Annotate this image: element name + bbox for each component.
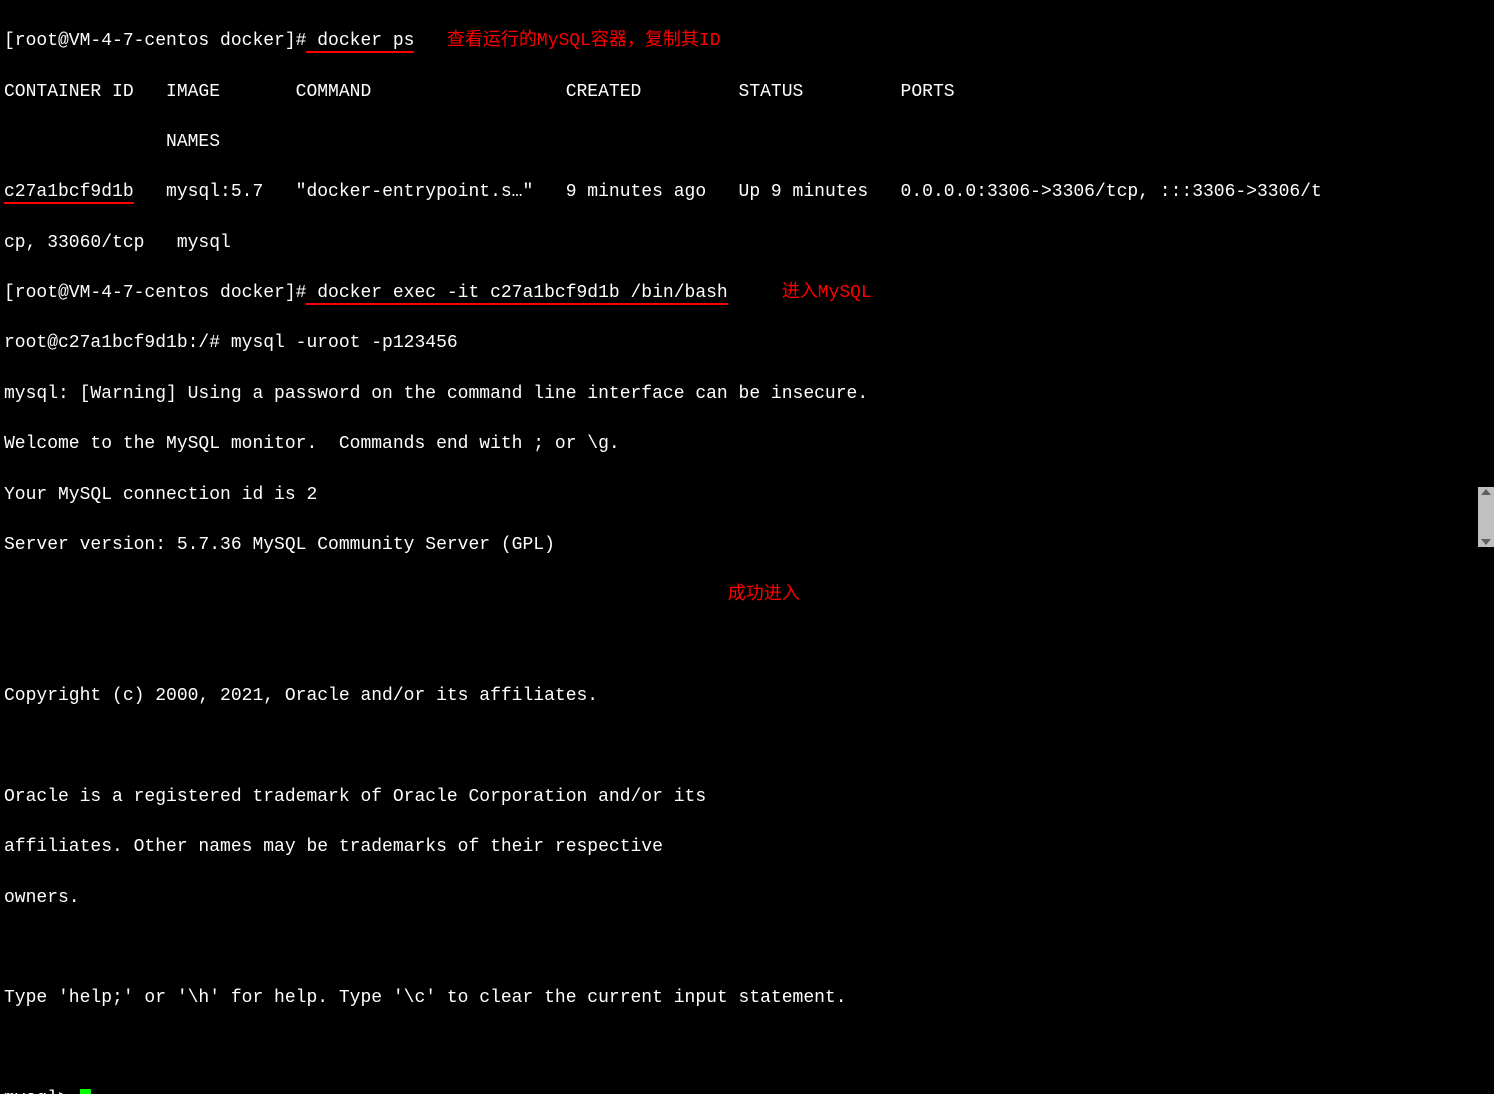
annotation-check-mysql: 查看运行的MySQL容器，复制其ID xyxy=(414,31,720,51)
copyright-line: Copyright (c) 2000, 2021, Oracle and/or … xyxy=(4,684,1490,709)
annotation-enter-mysql: 进入MySQL xyxy=(728,283,872,303)
shell-prompt-2: [root@VM-4-7-centos docker]# xyxy=(4,283,306,303)
blank-line-1 xyxy=(4,634,1490,659)
shell-prompt-1: [root@VM-4-7-centos docker]# xyxy=(4,31,306,51)
scroll-up-icon[interactable] xyxy=(1481,489,1491,495)
table-header-1: CONTAINER ID IMAGE COMMAND CREATED STATU… xyxy=(4,80,1490,105)
mysql-warning-line: mysql: [Warning] Using a password on the… xyxy=(4,382,1490,407)
trademark-line-3: owners. xyxy=(4,886,1490,911)
blank-line-4 xyxy=(4,1037,1490,1062)
container-id: c27a1bcf9d1b xyxy=(4,182,134,204)
command-docker-exec: docker exec -it c27a1bcf9d1b /bin/bash xyxy=(306,283,727,305)
blank-line-3 xyxy=(4,936,1490,961)
table-row-line2: cp, 33060/tcp mysql xyxy=(4,231,1490,256)
command-docker-ps: docker ps xyxy=(306,31,414,53)
container-prompt-mysql-cmd: root@c27a1bcf9d1b:/# mysql -uroot -p1234… xyxy=(4,331,1490,356)
scroll-down-icon[interactable] xyxy=(1481,539,1491,545)
mysql-welcome-line: Welcome to the MySQL monitor. Commands e… xyxy=(4,432,1490,457)
blank-line-2 xyxy=(4,734,1490,759)
cursor-icon xyxy=(80,1089,91,1094)
table-header-2: NAMES xyxy=(4,130,1490,155)
mysql-version-line: Server version: 5.7.36 MySQL Community S… xyxy=(4,533,1490,558)
trademark-line-2: affiliates. Other names may be trademark… xyxy=(4,835,1490,860)
mysql-prompt: mysql> xyxy=(4,1089,80,1094)
help-line: Type 'help;' or '\h' for help. Type '\c'… xyxy=(4,986,1490,1011)
table-row-rest: mysql:5.7 "docker-entrypoint.s…" 9 minut… xyxy=(134,182,1322,202)
scrollbar[interactable] xyxy=(1478,487,1494,547)
annotation-success: 成功进入 xyxy=(4,583,1490,608)
mysql-conn-id-line: Your MySQL connection id is 2 xyxy=(4,483,1490,508)
terminal-output[interactable]: [root@VM-4-7-centos docker]# docker ps 查… xyxy=(4,4,1490,1094)
trademark-line-1: Oracle is a registered trademark of Orac… xyxy=(4,785,1490,810)
